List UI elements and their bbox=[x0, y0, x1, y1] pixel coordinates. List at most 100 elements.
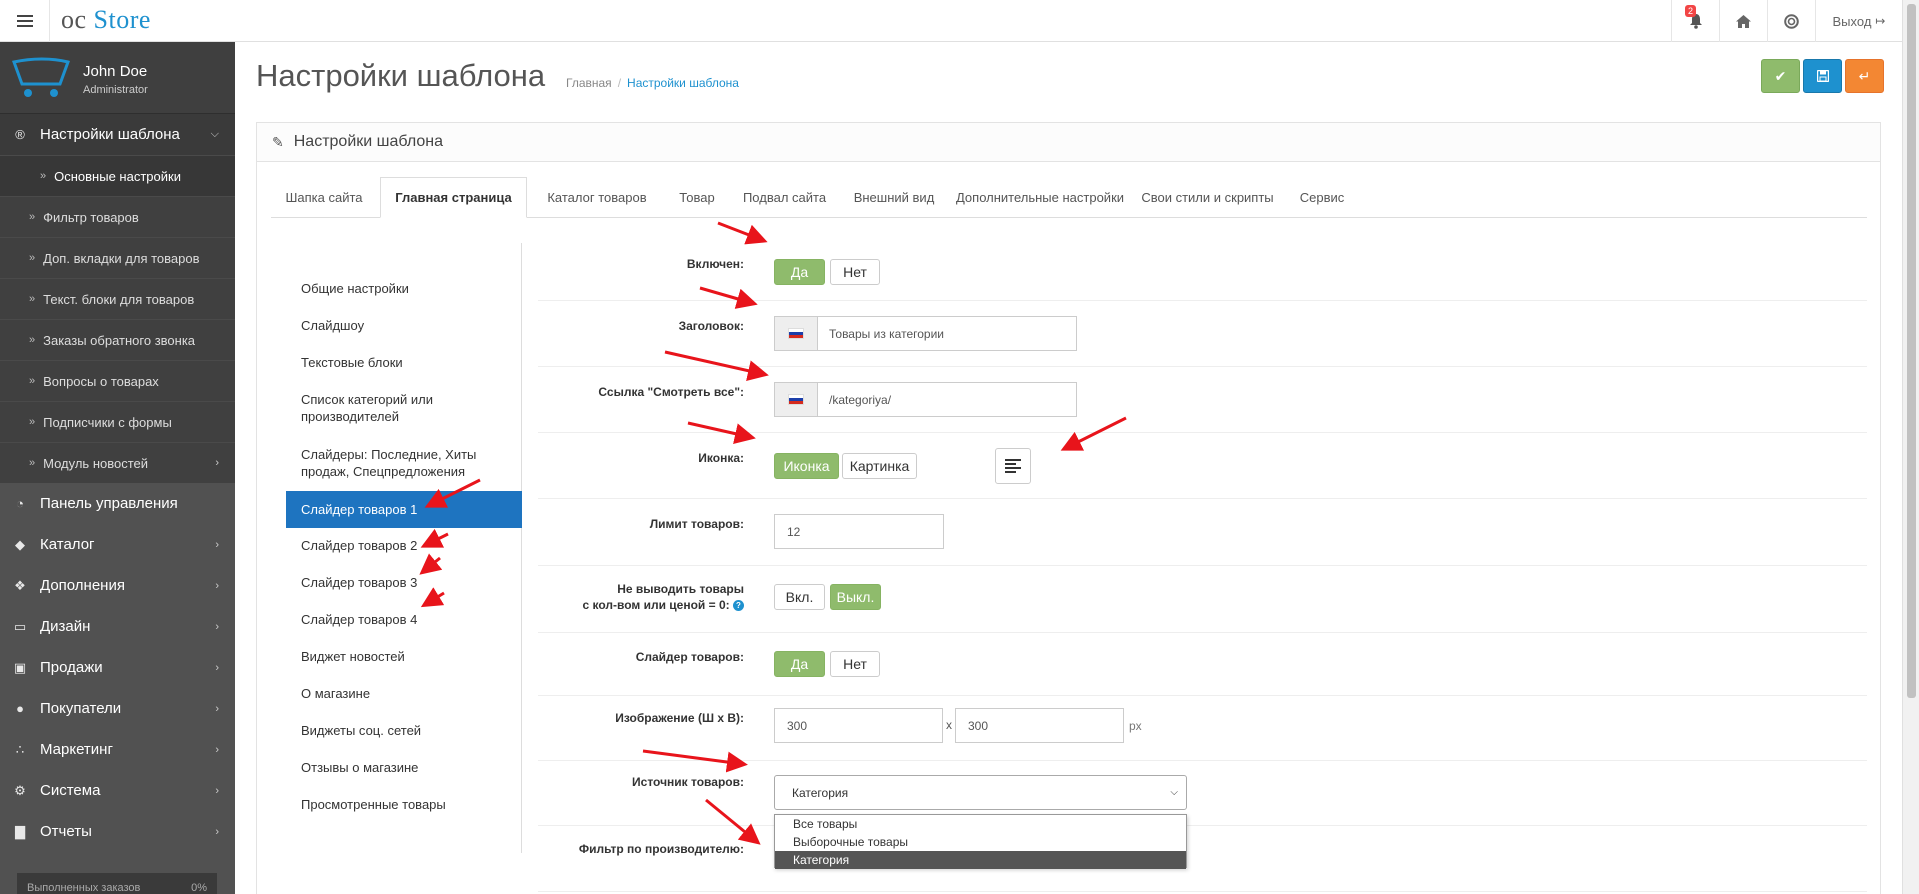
subnav-news-widget[interactable]: Виджет новостей bbox=[286, 648, 522, 665]
tab-service[interactable]: Сервис bbox=[1285, 177, 1359, 218]
apply-button[interactable]: ✔ bbox=[1761, 59, 1800, 93]
subnav-product-slider-2[interactable]: Слайдер товаров 2 bbox=[286, 537, 522, 554]
sidebar-item-sales[interactable]: ▣ Продажи › bbox=[0, 647, 235, 688]
user-profile[interactable]: John Doe Administrator bbox=[0, 42, 235, 114]
sign-out-icon: ↦ bbox=[1875, 14, 1886, 28]
subnav-general[interactable]: Общие настройки bbox=[286, 280, 522, 297]
stat-value: 0% bbox=[191, 882, 207, 894]
subnav-social-widgets[interactable]: Виджеты соц. сетей bbox=[286, 722, 522, 739]
dropdown-option-all[interactable]: Все товары bbox=[775, 815, 1186, 833]
sidebar-item-catalog[interactable]: ◆ Каталог › bbox=[0, 524, 235, 565]
page-scrollbar[interactable] bbox=[1902, 0, 1919, 894]
subnav-text-blocks[interactable]: Текстовые блоки bbox=[286, 354, 522, 371]
tab-custom-styles[interactable]: Свои стили и скрипты bbox=[1136, 177, 1279, 218]
icon-type-image-button[interactable]: Картинка bbox=[842, 453, 917, 479]
sidebar-subitem-news[interactable]: » Модуль новостей › bbox=[0, 442, 235, 483]
logo[interactable]: oc Store bbox=[61, 5, 151, 35]
sidebar-subitem-label: Заказы обратного звонка bbox=[43, 332, 196, 348]
tab-extra-settings[interactable]: Дополнительные настройки bbox=[950, 177, 1130, 218]
sidebar-subitem-subscribers[interactable]: » Подписчики с формы bbox=[0, 401, 235, 442]
user-name: John Doe bbox=[83, 63, 148, 80]
tab-footer[interactable]: Подвал сайта bbox=[731, 177, 838, 218]
chevron-right-icon: › bbox=[215, 620, 219, 633]
breadcrumb-home[interactable]: Главная bbox=[566, 76, 612, 90]
tab-catalog[interactable]: Каталог товаров bbox=[531, 177, 663, 218]
dropdown-option-selected[interactable]: Выборочные товары bbox=[775, 833, 1186, 851]
sidebar: John Doe Administrator ® Настройки шабло… bbox=[0, 42, 235, 894]
monitor-icon: ▭ bbox=[13, 618, 27, 634]
double-chevron-icon: » bbox=[29, 211, 36, 223]
sidebar-subitem-product-filter[interactable]: » Фильтр товаров bbox=[0, 196, 235, 237]
limit-label: Лимит товаров: bbox=[649, 517, 744, 531]
image-width-input[interactable]: 300 bbox=[774, 708, 943, 743]
subnav-categories-list[interactable]: Список категорий или производителей bbox=[286, 391, 522, 425]
sidebar-item-marketing[interactable]: ∴ Маркетинг › bbox=[0, 729, 235, 770]
logout-label: Выход bbox=[1832, 13, 1872, 29]
sidebar-item-label: Дополнения bbox=[40, 577, 125, 594]
home-button[interactable] bbox=[1719, 0, 1767, 42]
chevron-right-icon: › bbox=[215, 457, 219, 469]
notifications-button[interactable]: 2 bbox=[1671, 0, 1719, 42]
save-button[interactable] bbox=[1803, 59, 1842, 93]
sidebar-subitem-main-settings[interactable]: » Основные настройки bbox=[0, 155, 235, 196]
subnav-about-store[interactable]: О магазине bbox=[286, 685, 522, 702]
hide-zero-label-line-2: с кол-вом или ценой = 0: bbox=[582, 598, 730, 612]
menu-toggle-button[interactable] bbox=[0, 0, 50, 42]
dropdown-option-category[interactable]: Категория bbox=[775, 851, 1186, 869]
lifebuoy-icon bbox=[1784, 13, 1799, 29]
row-divider bbox=[538, 366, 1867, 367]
bar-chart-icon: ▇ bbox=[15, 823, 25, 839]
breadcrumb-current[interactable]: Настройки шаблона bbox=[627, 76, 739, 90]
limit-input[interactable]: 12 bbox=[774, 514, 944, 549]
row-divider bbox=[538, 565, 1867, 566]
product-source-select[interactable]: Категория ⌵ bbox=[774, 775, 1187, 810]
subnav-product-slider-1[interactable]: Слайдер товаров 1 bbox=[286, 491, 522, 528]
sidebar-subitem-callbacks[interactable]: » Заказы обратного звонка bbox=[0, 319, 235, 360]
subnav-viewed-products[interactable]: Просмотренные товары bbox=[286, 796, 522, 813]
home-page-subnav: Общие настройки Слайдшоу Текстовые блоки… bbox=[286, 243, 522, 853]
subnav-product-slider-3[interactable]: Слайдер товаров 3 bbox=[286, 574, 522, 591]
subnav-store-reviews[interactable]: Отзывы о магазине bbox=[286, 759, 522, 776]
sidebar-item-extensions[interactable]: ❖ Дополнения › bbox=[0, 565, 235, 606]
logout-button[interactable]: Выход ↦ bbox=[1815, 0, 1902, 42]
sidebar-subitem-questions[interactable]: » Вопросы о товарах bbox=[0, 360, 235, 401]
sidebar-item-template-settings[interactable]: ® Настройки шаблона ⌵ bbox=[0, 114, 235, 155]
sidebar-item-dashboard[interactable]: ◔ Панель управления bbox=[0, 483, 235, 524]
back-button[interactable]: ↵ bbox=[1845, 59, 1884, 93]
heading-input[interactable]: Товары из категории bbox=[774, 316, 1077, 351]
double-chevron-icon: » bbox=[29, 416, 36, 428]
enabled-yes-button[interactable]: Да bbox=[774, 259, 825, 285]
image-height-input[interactable]: 300 bbox=[955, 708, 1124, 743]
scrollbar-thumb[interactable] bbox=[1907, 4, 1916, 698]
subnav-slideshow[interactable]: Слайдшоу bbox=[286, 317, 522, 334]
info-icon[interactable]: ? bbox=[733, 600, 744, 612]
tab-appearance[interactable]: Внешний вид bbox=[844, 177, 944, 218]
hide-zero-off-button[interactable]: Выкл. bbox=[830, 584, 881, 610]
heading-value: Товары из категории bbox=[829, 326, 944, 341]
hide-zero-on-button[interactable]: Вкл. bbox=[774, 584, 825, 610]
sidebar-item-design[interactable]: ▭ Дизайн › bbox=[0, 606, 235, 647]
icon-picker-button[interactable] bbox=[995, 448, 1031, 484]
icon-type-icon-button[interactable]: Иконка bbox=[774, 453, 839, 479]
sidebar-item-label: Продажи bbox=[40, 659, 103, 676]
sidebar-subitem-text-blocks[interactable]: » Текст. блоки для товаров bbox=[0, 278, 235, 319]
tab-product[interactable]: Товар bbox=[669, 177, 725, 218]
sidebar-item-system[interactable]: ⚙ Система › bbox=[0, 770, 235, 811]
page-title: Настройки шаблона bbox=[256, 58, 546, 93]
slider-no-button[interactable]: Нет bbox=[830, 651, 880, 677]
sidebar-item-reports[interactable]: ▇ Отчеты › bbox=[0, 811, 235, 852]
tab-header[interactable]: Шапка сайта bbox=[271, 177, 377, 218]
sidebar-subitem-extra-tabs[interactable]: » Доп. вкладки для товаров bbox=[0, 237, 235, 278]
view-all-link-input[interactable]: /kategoriya/ bbox=[774, 382, 1077, 417]
sidebar-item-customers[interactable]: ● Покупатели › bbox=[0, 688, 235, 729]
chevron-right-icon: › bbox=[215, 702, 219, 715]
slider-yes-button[interactable]: Да bbox=[774, 651, 825, 677]
subnav-sliders[interactable]: Слайдеры: Последние, Хиты продаж, Спецпр… bbox=[286, 446, 522, 480]
enabled-no-button[interactable]: Нет bbox=[830, 259, 880, 285]
help-button[interactable] bbox=[1767, 0, 1815, 42]
icon-label: Иконка: bbox=[698, 451, 744, 465]
sidebar-item-label: Система bbox=[40, 782, 101, 799]
subnav-product-slider-4[interactable]: Слайдер товаров 4 bbox=[286, 611, 522, 628]
tab-home-page[interactable]: Главная страница bbox=[380, 177, 527, 218]
tag-icon: ◆ bbox=[15, 536, 25, 552]
